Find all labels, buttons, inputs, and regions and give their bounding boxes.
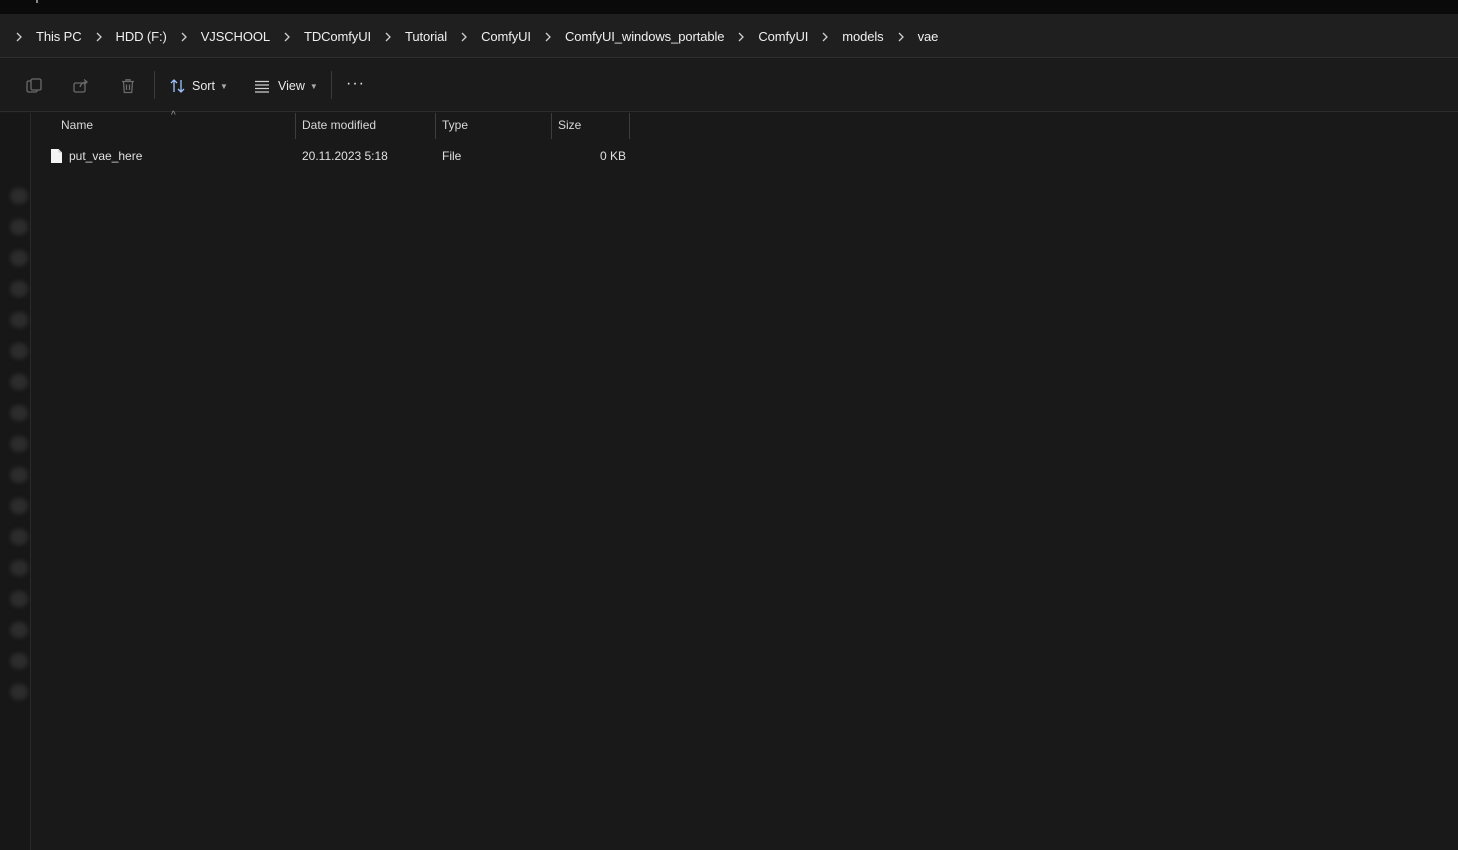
share-icon: [72, 77, 90, 95]
toolbar-divider: [154, 71, 155, 99]
view-button[interactable]: View ▼: [253, 74, 318, 98]
breadcrumb-item[interactable]: HDD (F:): [108, 29, 175, 44]
sort-label: Sort: [192, 79, 215, 93]
column-name[interactable]: Name: [61, 113, 93, 139]
address-bar[interactable]: This PC HDD (F:) VJSCHOOL TDComfyUI Tutorial…: [0, 14, 1458, 58]
nav-item-placeholder[interactable]: [10, 622, 28, 638]
nav-item-placeholder[interactable]: [10, 560, 28, 576]
breadcrumb: This PC HDD (F:) VJSCHOOL TDComfyUI Tutorial…: [10, 27, 946, 45]
chevron-down-icon: ▼: [219, 81, 228, 91]
sort-caret-icon: ^: [171, 110, 176, 121]
sort-icon: [169, 77, 187, 95]
file-size: 0 KB: [600, 149, 627, 163]
copy-icon: [25, 77, 43, 95]
chevron-right-icon[interactable]: [278, 29, 296, 44]
more-icon: ···: [346, 75, 365, 92]
nav-item-placeholder[interactable]: [10, 312, 28, 328]
view-list-icon: [253, 77, 271, 95]
breadcrumb-item[interactable]: ComfyUI: [750, 29, 816, 44]
toolbar-divider: [331, 71, 332, 99]
nav-item-placeholder[interactable]: [10, 343, 28, 359]
chevron-right-icon[interactable]: [892, 29, 910, 44]
chevron-down-icon: ▼: [309, 81, 318, 91]
title-tick: [36, 0, 38, 3]
file-icon: [50, 148, 63, 171]
nav-item-placeholder[interactable]: [10, 498, 28, 514]
breadcrumb-item[interactable]: vae: [910, 29, 947, 44]
view-label: View: [278, 79, 305, 93]
breadcrumb-item[interactable]: ComfyUI: [473, 29, 539, 44]
chevron-right-icon[interactable]: [539, 29, 557, 44]
column-date-modified[interactable]: Date modified: [302, 113, 376, 139]
file-row[interactable]: put_vae_here 20.11.2023 5:18 File 0 KB: [32, 145, 632, 167]
column-divider[interactable]: [435, 113, 436, 139]
more-button[interactable]: ···: [346, 72, 365, 96]
breadcrumb-item[interactable]: VJSCHOOL: [193, 29, 278, 44]
file-date: 20.11.2023 5:18: [302, 149, 388, 163]
share-button[interactable]: [72, 74, 90, 98]
nav-item-placeholder[interactable]: [10, 467, 28, 483]
column-divider[interactable]: [551, 113, 552, 139]
chevron-right-icon[interactable]: [816, 29, 834, 44]
navigation-pane[interactable]: [0, 113, 31, 850]
nav-item-placeholder[interactable]: [10, 250, 28, 266]
chevron-right-icon[interactable]: [379, 29, 397, 44]
chevron-right-icon[interactable]: [90, 29, 108, 44]
sort-button[interactable]: Sort ▼: [169, 74, 228, 98]
breadcrumb-item[interactable]: ComfyUI_windows_portable: [557, 29, 732, 44]
nav-item-placeholder[interactable]: [10, 529, 28, 545]
nav-item-placeholder[interactable]: [10, 684, 28, 700]
command-bar: Sort ▼ View ▼ ···: [0, 59, 1458, 112]
file-name: put_vae_here: [69, 149, 143, 163]
copy-button[interactable]: [25, 74, 43, 98]
nav-item-placeholder[interactable]: [10, 374, 28, 390]
delete-button[interactable]: [119, 74, 137, 98]
column-divider[interactable]: [629, 113, 630, 139]
breadcrumb-item[interactable]: This PC: [28, 29, 90, 44]
breadcrumb-item[interactable]: Tutorial: [397, 29, 455, 44]
chevron-right-icon[interactable]: [732, 29, 750, 44]
nav-item-placeholder[interactable]: [10, 188, 28, 204]
nav-item-placeholder[interactable]: [10, 405, 28, 421]
file-type: File: [442, 149, 462, 163]
column-header: Name ^ Date modified Type Size: [32, 110, 632, 139]
chevron-right-icon[interactable]: [10, 29, 28, 44]
nav-item-placeholder[interactable]: [10, 281, 28, 297]
column-size[interactable]: Size: [558, 113, 581, 139]
chevron-right-icon[interactable]: [455, 29, 473, 44]
column-type[interactable]: Type: [442, 113, 468, 139]
nav-item-placeholder[interactable]: [10, 436, 28, 452]
chevron-right-icon[interactable]: [175, 29, 193, 44]
breadcrumb-item[interactable]: TDComfyUI: [296, 29, 379, 44]
title-strip: [0, 0, 1458, 14]
trash-icon: [119, 77, 137, 95]
nav-item-placeholder[interactable]: [10, 219, 28, 235]
nav-item-placeholder[interactable]: [10, 653, 28, 669]
column-divider[interactable]: [295, 113, 296, 139]
nav-item-placeholder[interactable]: [10, 591, 28, 607]
breadcrumb-item[interactable]: models: [834, 29, 891, 44]
